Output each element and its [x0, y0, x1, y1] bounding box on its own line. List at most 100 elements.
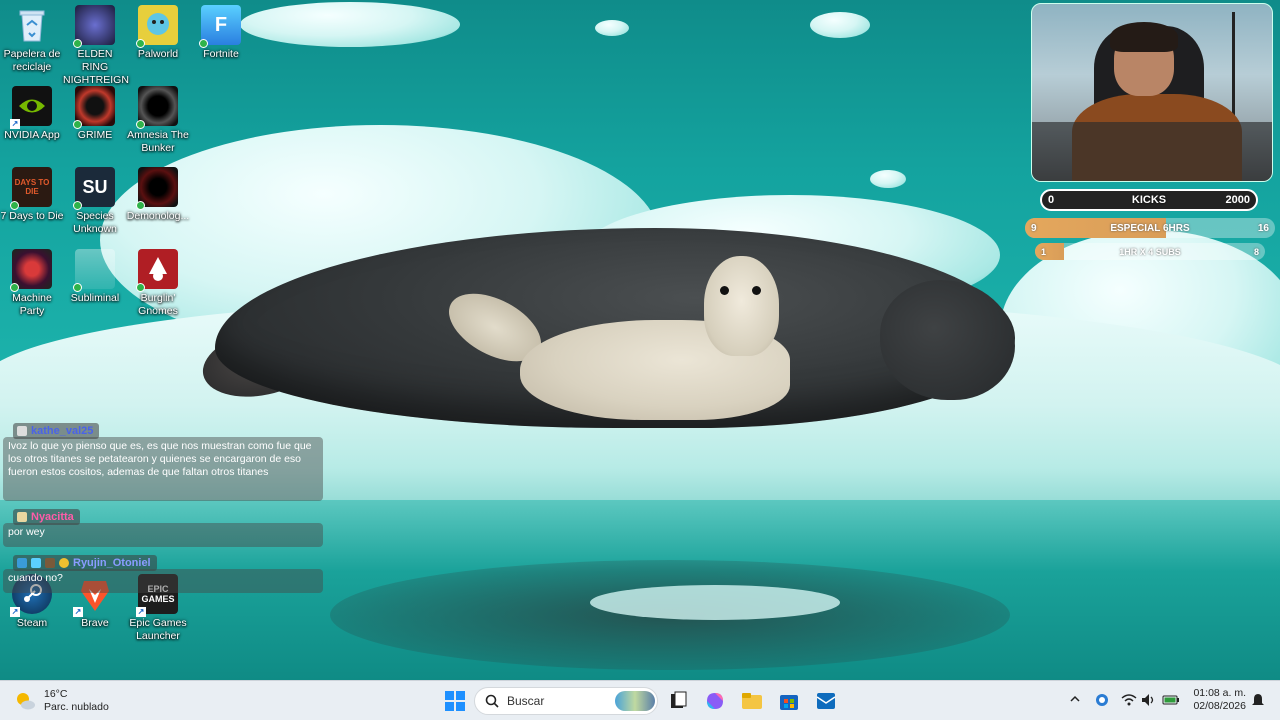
desktop-icon-demonologist[interactable]: Demonolog... — [126, 167, 190, 223]
chat-message: cuando no? — [3, 569, 323, 593]
chevron-up-icon — [1070, 695, 1080, 702]
goal-target: 16 — [1257, 222, 1269, 234]
badge-icon — [31, 558, 41, 568]
desktop-icon-palworld[interactable]: Palworld — [126, 5, 190, 61]
show-hidden-icons-button[interactable] — [1069, 693, 1081, 708]
wifi-status[interactable] — [1121, 693, 1137, 710]
desktop-icon-label: Demonolog... — [126, 210, 190, 222]
chat-message: por wey — [3, 523, 323, 547]
floating-ice — [810, 12, 870, 38]
windows-icon — [445, 691, 465, 711]
species-unknown-icon: SU — [73, 167, 115, 210]
chat-message-text: por wey — [8, 526, 45, 538]
desktop-icon-subliminal[interactable]: Subliminal — [63, 249, 127, 305]
desktop-icon-label: Amnesia The Bunker — [127, 129, 189, 154]
bell-icon — [1252, 694, 1264, 705]
goal-especial-bar: 9 ESPECIAL 6HRS 16 — [1025, 218, 1275, 238]
taskbar: 16°C Parc. nublado Buscar 01:08 a. m. 02… — [0, 680, 1280, 720]
weather-temp: 16°C — [44, 688, 68, 700]
desktop-icon-label: Fortnite — [203, 48, 239, 60]
tray-app-icon[interactable] — [1095, 693, 1109, 710]
badge-icon — [45, 558, 55, 568]
desktop-icon-label: NVIDIA App — [4, 129, 60, 141]
floating-ice — [870, 170, 906, 188]
folder-icon — [742, 693, 762, 709]
ice-reflection — [590, 585, 840, 620]
badge-icon — [17, 426, 27, 436]
webcam-overlay — [1031, 3, 1273, 182]
search-placeholder: Buscar — [507, 694, 545, 708]
desktop-icon-recycle-bin[interactable]: Papelera de reciclaje — [0, 5, 64, 74]
desktop-icon-label: Species Unknown — [73, 210, 117, 235]
7-days-icon: DAYS TO DIE — [10, 167, 52, 210]
clock[interactable]: 01:08 a. m. 02/08/2026 — [1190, 687, 1246, 713]
partly-cloudy-icon — [17, 693, 35, 710]
weather-desc: Parc. nublado — [44, 701, 109, 713]
pup-seal-head — [704, 256, 779, 356]
speaker-icon — [1142, 694, 1154, 706]
clock-date: 02/08/2026 — [1193, 700, 1246, 712]
store-icon — [780, 695, 798, 710]
desktop-icon-label: GRIME — [77, 129, 113, 141]
desktop-icon-label: Machine Party — [12, 292, 52, 317]
desktop-icon-label: Brave — [81, 617, 109, 629]
desktop-icon-amnesia[interactable]: Amnesia The Bunker — [126, 86, 190, 155]
desktop-icon-label: ELDEN RING NIGHTREIGN — [63, 48, 129, 86]
goal-label: 1HR X 4 SUBS — [1119, 246, 1181, 257]
weather-widget[interactable]: 16°C Parc. nublado — [14, 688, 109, 714]
recycle-bin-icon — [12, 5, 52, 45]
desktop-icon-elden-ring[interactable]: ELDEN RING NIGHTREIGN — [63, 5, 129, 87]
palworld-icon — [136, 5, 178, 48]
fortnite-icon: F — [199, 5, 241, 48]
goal-kicks-bar: 0 KICKS 2000 — [1040, 189, 1258, 211]
goal-label: KICKS — [1131, 194, 1167, 206]
search-icon — [485, 694, 499, 708]
nvidia-icon: ↗ — [10, 86, 52, 129]
clock-time: 01:08 a. m. — [1193, 687, 1246, 699]
desktop-icon-label: Palworld — [137, 48, 179, 60]
copilot-icon — [707, 693, 723, 709]
notification-center-button[interactable] — [1251, 693, 1265, 710]
taskbar-app-file-explorer[interactable] — [740, 689, 764, 713]
floating-ice — [240, 2, 460, 47]
pup-eye — [720, 286, 729, 295]
taskbar-app-outlook[interactable] — [814, 689, 838, 713]
desktop-icon-nvidia-app[interactable]: ↗ NVIDIA App — [0, 86, 64, 142]
start-button[interactable] — [443, 689, 467, 713]
search-highlight-image — [615, 691, 655, 711]
desktop-icon-label: Subliminal — [70, 292, 120, 304]
wifi-icon — [1121, 694, 1137, 706]
desktop-icon-burglin-gnomes[interactable]: Burglin' Gnomes — [126, 249, 190, 318]
mail-icon — [816, 693, 836, 709]
desktop-icon-7-days-to-die[interactable]: DAYS TO DIE 7 Days to Die — [0, 167, 64, 223]
goal-subs-bar: 1 1HR X 4 SUBS 8 — [1035, 243, 1265, 260]
chat-message: Ivoz lo que yo pienso que es, es que nos… — [3, 437, 323, 501]
desktop-icon-label: Burglin' Gnomes — [138, 292, 178, 317]
badge-icon — [17, 512, 27, 522]
desktop-icon-species-unknown[interactable]: SU Species Unknown — [63, 167, 127, 236]
desktop-icon-label: 7 Days to Die — [0, 210, 64, 222]
battery-status[interactable] — [1162, 693, 1180, 710]
burglin-gnomes-icon — [136, 249, 178, 292]
taskbar-search[interactable]: Buscar — [474, 687, 658, 715]
taskbar-app-task-view[interactable] — [666, 689, 690, 713]
desk — [1032, 122, 1272, 181]
badge-icon — [17, 558, 27, 568]
adult-seal-head — [880, 280, 1015, 400]
goal-target: 2000 — [1225, 194, 1250, 206]
pup-eye — [752, 286, 761, 295]
chat-message-text: cuando no? — [8, 572, 63, 584]
taskbar-app-copilot[interactable] — [703, 689, 727, 713]
goal-label: ESPECIAL 6HRS — [1110, 222, 1190, 234]
streamer-hair — [1110, 22, 1178, 52]
volume-control[interactable] — [1141, 693, 1157, 710]
desktop-icon-grime[interactable]: GRIME — [63, 86, 127, 142]
badge-icon — [59, 558, 69, 568]
taskbar-app-store[interactable] — [777, 689, 801, 713]
desktop-icon-machine-party[interactable]: Machine Party — [0, 249, 64, 318]
desktop-icon-label: Epic Games Launcher — [129, 617, 187, 642]
cloud-sync-icon — [1096, 694, 1108, 706]
floating-ice — [595, 20, 629, 36]
desktop-icon-fortnite[interactable]: F Fortnite — [189, 5, 253, 61]
machine-party-icon — [10, 249, 52, 292]
